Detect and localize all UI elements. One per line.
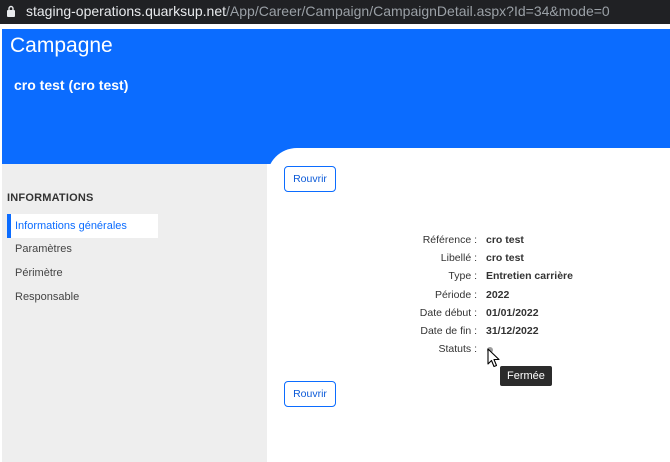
start-date-label: Date début : (419, 307, 477, 319)
url-path: /App/Career/Campaign/CampaignDetail.aspx… (226, 3, 610, 19)
type-value: Entretien carrière (486, 270, 573, 282)
reference-label: Référence : (422, 234, 477, 246)
content-panel (267, 148, 670, 462)
type-label: Type : (448, 270, 477, 282)
start-date-value: 01/01/2022 (486, 307, 539, 319)
status-label: Statuts : (438, 343, 477, 355)
browser-url-bar[interactable]: staging-operations.quarksup.net/App/Care… (0, 0, 670, 24)
status-tooltip: Fermée (500, 366, 552, 386)
end-date-label: Date de fin : (420, 325, 477, 337)
period-value: 2022 (486, 289, 510, 301)
sidebar-item-parameters[interactable]: Paramètres (7, 237, 158, 261)
sidebar-heading: INFORMATIONS (7, 192, 94, 204)
url-text[interactable]: staging-operations.quarksup.net/App/Care… (26, 3, 610, 19)
page-header: Campagne cro test (cro test) (2, 29, 670, 164)
libelle-value: cro test (486, 252, 524, 264)
reference-value: cro test (486, 234, 524, 246)
mouse-cursor-icon (487, 348, 500, 368)
libelle-label: Libellé : (440, 252, 477, 264)
page-title: Campagne (10, 34, 113, 57)
sidebar-item-perimeter[interactable]: Périmètre (7, 261, 158, 285)
sidebar-item-general-info[interactable]: Informations générales (7, 214, 158, 238)
reopen-button-top[interactable]: Rouvrir (284, 166, 336, 192)
lock-icon (7, 5, 15, 17)
reopen-button-bottom[interactable]: Rouvrir (284, 381, 336, 407)
period-label: Période : (434, 289, 477, 301)
end-date-value: 31/12/2022 (486, 325, 539, 337)
campaign-name: cro test (cro test) (14, 77, 129, 93)
url-host: staging-operations.quarksup.net (26, 3, 227, 19)
sidebar: INFORMATIONS Informations générales Para… (2, 164, 267, 462)
sidebar-item-responsible[interactable]: Responsable (7, 285, 158, 309)
